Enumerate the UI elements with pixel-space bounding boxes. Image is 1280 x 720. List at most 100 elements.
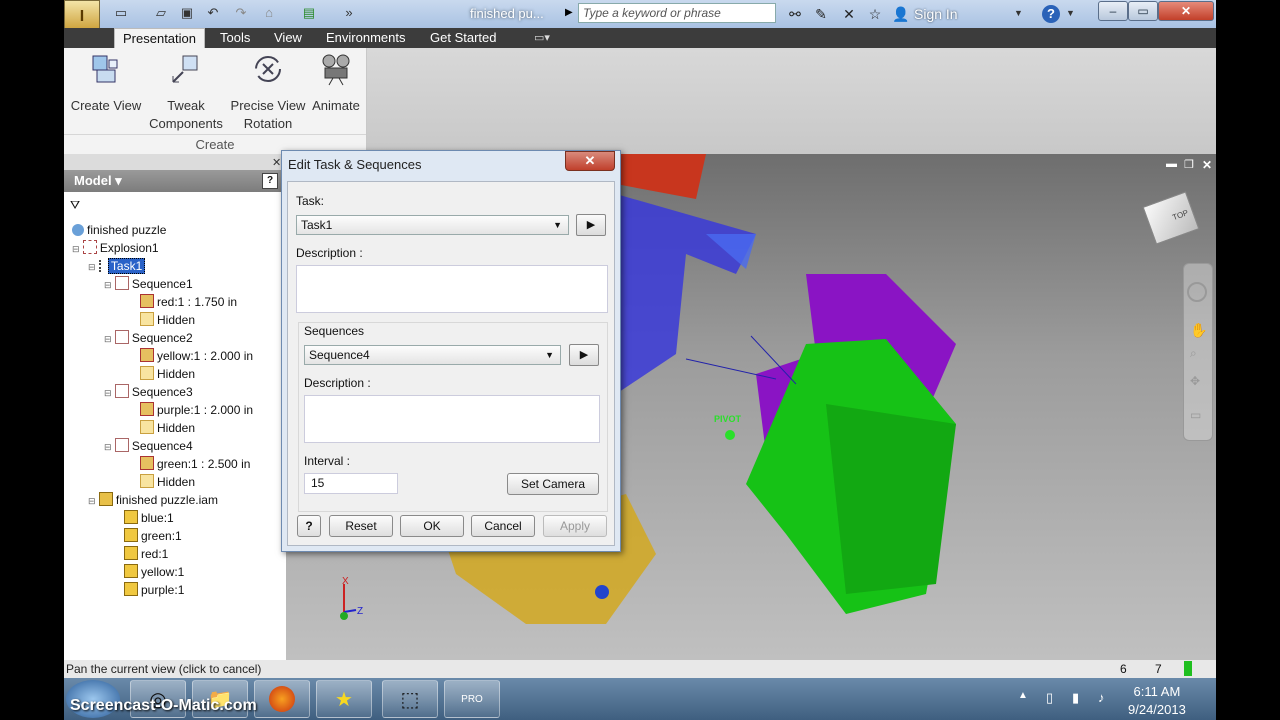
- dialog-title: Edit Task & Sequences: [288, 157, 422, 172]
- tray-expand-icon[interactable]: ▲: [1018, 690, 1028, 701]
- open-icon[interactable]: ▱: [152, 5, 170, 21]
- wrench-icon[interactable]: ✎: [812, 5, 830, 23]
- undo-icon[interactable]: ↶: [204, 5, 222, 21]
- dialog-help-icon[interactable]: ?: [297, 515, 321, 537]
- tree-part-yellow[interactable]: yellow:1: [124, 563, 184, 581]
- pivot-marker[interactable]: [725, 430, 735, 440]
- tree-explosion[interactable]: ⊟ Explosion1: [72, 239, 159, 257]
- tree-tweak-purple[interactable]: purple:1 : 2.000 in: [140, 401, 253, 419]
- task-label: Task:: [296, 194, 325, 208]
- tree-tweak-green[interactable]: green:1 : 2.500 in: [140, 455, 250, 473]
- create-view-button[interactable]: Create View: [68, 52, 144, 115]
- precise-view-rotation-button[interactable]: Precise View Rotation: [228, 52, 308, 133]
- close-window-button[interactable]: ✕: [1158, 1, 1214, 21]
- ok-button[interactable]: OK: [400, 515, 464, 537]
- new-icon[interactable]: ▭: [112, 5, 130, 21]
- help-dropdown-icon[interactable]: ▼: [1066, 8, 1075, 18]
- steering-wheel-icon[interactable]: [1187, 282, 1207, 302]
- redo-icon[interactable]: ↷: [232, 5, 250, 21]
- sequence-description-field[interactable]: [304, 395, 600, 443]
- tab-tools[interactable]: Tools: [212, 28, 258, 48]
- sign-in-link[interactable]: Sign In: [914, 6, 958, 22]
- browser-help-icon[interactable]: ?: [262, 173, 278, 189]
- filter-icon[interactable]: ⛛: [70, 198, 80, 213]
- tree-part-green[interactable]: green:1: [124, 527, 182, 545]
- tree-hidden-1[interactable]: Hidden: [140, 311, 195, 329]
- blue-part[interactable]: [616, 194, 756, 394]
- tweak-icon: [140, 402, 154, 416]
- tab-environments[interactable]: Environments: [318, 28, 413, 48]
- taskbar-inventor[interactable]: PRO: [444, 680, 500, 718]
- tree-assembly[interactable]: ⊟ finished puzzle.iam: [88, 491, 218, 509]
- blue-dot: [595, 585, 609, 599]
- tree-root[interactable]: finished puzzle: [72, 221, 166, 239]
- maximize-button[interactable]: ▭: [1128, 1, 1158, 21]
- part-icon: [124, 510, 138, 524]
- volume-icon[interactable]: ♪: [1098, 690, 1105, 705]
- viewport-close-icon[interactable]: ✕: [1202, 158, 1212, 172]
- model-browser-header[interactable]: Model ▾: [64, 170, 282, 192]
- reset-button[interactable]: Reset: [329, 515, 393, 537]
- interval-label: Interval :: [304, 454, 351, 468]
- taskbar-firefox[interactable]: [254, 680, 310, 718]
- tree-hidden-4[interactable]: Hidden: [140, 473, 195, 491]
- tab-get-started[interactable]: Get Started: [422, 28, 504, 48]
- system-clock[interactable]: 6:11 AM 9/24/2013: [1128, 683, 1186, 719]
- pan-hand-icon[interactable]: ✋: [1190, 322, 1207, 339]
- set-camera-button[interactable]: Set Camera: [507, 473, 599, 495]
- look-at-icon[interactable]: ▭: [1190, 408, 1201, 422]
- tree-hidden-3[interactable]: Hidden: [140, 419, 195, 437]
- tree-part-red[interactable]: red:1: [124, 545, 168, 563]
- network-icon[interactable]: ▮: [1072, 690, 1079, 706]
- search-expand-icon[interactable]: ▶: [565, 5, 577, 21]
- tree-tweak-red[interactable]: red:1 : 1.750 in: [140, 293, 237, 311]
- ribbon-options-icon[interactable]: ▭▾: [534, 31, 550, 44]
- tweak-components-button[interactable]: Tweak Components: [146, 52, 226, 133]
- zoom-icon[interactable]: ⌕: [1190, 346, 1197, 361]
- tree-task[interactable]: ⊟ Task1: [88, 257, 146, 275]
- tree-sequence-3[interactable]: ⊟ Sequence3: [104, 383, 193, 401]
- home-icon[interactable]: ⌂: [260, 5, 278, 21]
- dialog-close-button[interactable]: ✕: [565, 151, 615, 171]
- play-sequence-button[interactable]: ▶: [569, 344, 599, 366]
- orbit-icon[interactable]: ✥: [1190, 374, 1200, 388]
- task-select[interactable]: Task1 ▼: [296, 215, 569, 235]
- tools-icon[interactable]: ✕: [840, 5, 858, 23]
- taskbar-star-app[interactable]: ★: [316, 680, 372, 718]
- browser-close-icon[interactable]: ✕: [272, 156, 281, 169]
- tree-part-purple[interactable]: purple:1: [124, 581, 184, 599]
- tree-sequence-2[interactable]: ⊟ Sequence2: [104, 329, 193, 347]
- help-icon[interactable]: ?: [1042, 5, 1060, 23]
- tray-device-icon[interactable]: ▯: [1046, 690, 1053, 706]
- minimize-button[interactable]: –: [1098, 1, 1128, 21]
- viewport-minimize-icon[interactable]: ▬: [1166, 158, 1177, 170]
- tweak-components-icon: [172, 55, 198, 83]
- sequence-select[interactable]: Sequence4 ▼: [304, 345, 561, 365]
- taskbar-snipping-tool[interactable]: ⬚: [382, 680, 438, 718]
- chevron-down-icon: ▼: [553, 220, 562, 230]
- tab-presentation[interactable]: Presentation: [114, 28, 205, 49]
- overflow-icon[interactable]: »: [340, 5, 358, 21]
- folder-icon: [140, 366, 154, 380]
- tree-hidden-2[interactable]: Hidden: [140, 365, 195, 383]
- play-task-button[interactable]: ▶: [576, 214, 606, 236]
- sign-in-dropdown-icon[interactable]: ▼: [1014, 8, 1023, 18]
- task-description-field[interactable]: [296, 265, 608, 313]
- user-icon[interactable]: 👤: [892, 5, 910, 23]
- tree-sequence-1[interactable]: ⊟ Sequence1: [104, 275, 193, 293]
- save-icon[interactable]: ▣: [178, 5, 196, 21]
- tree-tweak-yellow[interactable]: yellow:1 : 2.000 in: [140, 347, 253, 365]
- interval-input[interactable]: 15: [304, 473, 398, 494]
- update-icon[interactable]: ▤: [300, 5, 318, 21]
- animate-button[interactable]: Animate: [310, 52, 362, 115]
- tree-sequence-4[interactable]: ⊟ Sequence4: [104, 437, 193, 455]
- cancel-button[interactable]: Cancel: [471, 515, 535, 537]
- apply-button[interactable]: Apply: [543, 515, 607, 537]
- binoculars-icon[interactable]: ⚯: [786, 5, 804, 23]
- tree-part-blue[interactable]: blue:1: [124, 509, 174, 527]
- tab-view[interactable]: View: [266, 28, 310, 48]
- search-input[interactable]: Type a keyword or phrase: [578, 3, 776, 23]
- favorites-star-icon[interactable]: ☆: [866, 5, 884, 23]
- viewport-restore-icon[interactable]: ❐: [1184, 158, 1194, 171]
- part-icon: [124, 528, 138, 542]
